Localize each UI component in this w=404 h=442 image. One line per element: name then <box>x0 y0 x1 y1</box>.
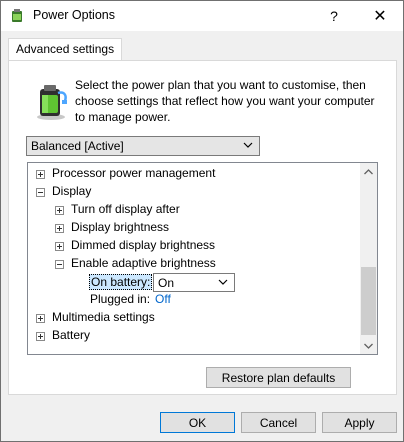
tree-item-processor-power-management[interactable]: Processor power management <box>28 165 358 183</box>
apply-button[interactable]: Apply <box>322 412 397 433</box>
plugged-in-label: Plugged in: <box>90 292 151 306</box>
title-bar[interactable]: Power Options ? ✕ <box>1 1 403 31</box>
tree-item-label: Dimmed display brightness <box>71 238 216 252</box>
on-battery-label[interactable]: On battery: <box>89 274 153 290</box>
restore-plan-defaults-button[interactable]: Restore plan defaults <box>206 367 351 388</box>
expand-plus-icon[interactable] <box>36 332 45 341</box>
expand-plus-icon[interactable] <box>36 314 45 323</box>
on-battery-select[interactable]: On <box>153 273 235 292</box>
close-icon: ✕ <box>373 8 387 25</box>
chevron-down-icon <box>243 142 253 148</box>
window-title: Power Options <box>33 8 115 22</box>
tree-item-label: Turn off display after <box>71 202 180 216</box>
expand-plus-icon[interactable] <box>55 224 64 233</box>
tree-item-dimmed-display-brightness[interactable]: Dimmed display brightness <box>28 237 358 255</box>
power-options-window: Power Options ? ✕ Advanced settings Sele… <box>0 0 404 442</box>
expand-plus-icon[interactable] <box>55 206 64 215</box>
intro-text: Select the power plan that you want to c… <box>75 78 375 124</box>
chevron-down-icon <box>218 279 228 285</box>
tree-item-label: Battery <box>52 328 91 342</box>
tree-item-turn-off-display-after[interactable]: Turn off display after <box>28 201 358 219</box>
help-button[interactable]: ? <box>311 1 357 31</box>
help-icon: ? <box>330 8 338 24</box>
plugged-in-value-link[interactable]: Off <box>155 292 171 306</box>
collapse-minus-icon[interactable] <box>36 188 45 197</box>
chevron-down-icon <box>364 343 373 349</box>
power-options-icon <box>12 9 22 22</box>
expand-plus-icon[interactable] <box>36 170 45 179</box>
tree-item-enable-adaptive-brightness[interactable]: Enable adaptive brightness <box>28 255 358 273</box>
tree-item-label: Display brightness <box>71 220 170 234</box>
tree-item-battery[interactable]: Battery <box>28 327 358 345</box>
scrollbar-thumb[interactable] <box>361 267 376 335</box>
ok-button[interactable]: OK <box>160 412 235 433</box>
tree-scrollbar[interactable] <box>360 163 377 354</box>
setting-plugged-in-row[interactable]: Plugged in: Off <box>28 291 358 309</box>
tree-item-label: Display <box>52 184 92 198</box>
tree-item-display-brightness[interactable]: Display brightness <box>28 219 358 237</box>
plan-select-value: Balanced [Active] <box>31 139 124 153</box>
chevron-up-icon <box>364 168 373 174</box>
cancel-button[interactable]: Cancel <box>241 412 316 433</box>
tree-item-multimedia-settings[interactable]: Multimedia settings <box>28 309 358 327</box>
scroll-down-button[interactable] <box>360 337 377 354</box>
tab-advanced-settings[interactable]: Advanced settings <box>8 38 123 60</box>
scroll-up-button[interactable] <box>360 163 377 180</box>
battery-plan-icon <box>37 85 67 120</box>
collapse-minus-icon[interactable] <box>55 260 64 269</box>
tree-item-display[interactable]: Display <box>28 183 358 201</box>
tree-item-label: Processor power management <box>52 166 216 180</box>
on-battery-select-value: On <box>158 276 175 290</box>
tree-item-label: Multimedia settings <box>52 310 155 324</box>
settings-tree[interactable]: Processor power management Display Turn … <box>27 162 378 355</box>
close-button[interactable]: ✕ <box>357 1 403 31</box>
plan-select[interactable]: Balanced [Active] <box>26 136 260 156</box>
expand-plus-icon[interactable] <box>55 242 64 251</box>
tree-item-label: Enable adaptive brightness <box>71 256 216 270</box>
